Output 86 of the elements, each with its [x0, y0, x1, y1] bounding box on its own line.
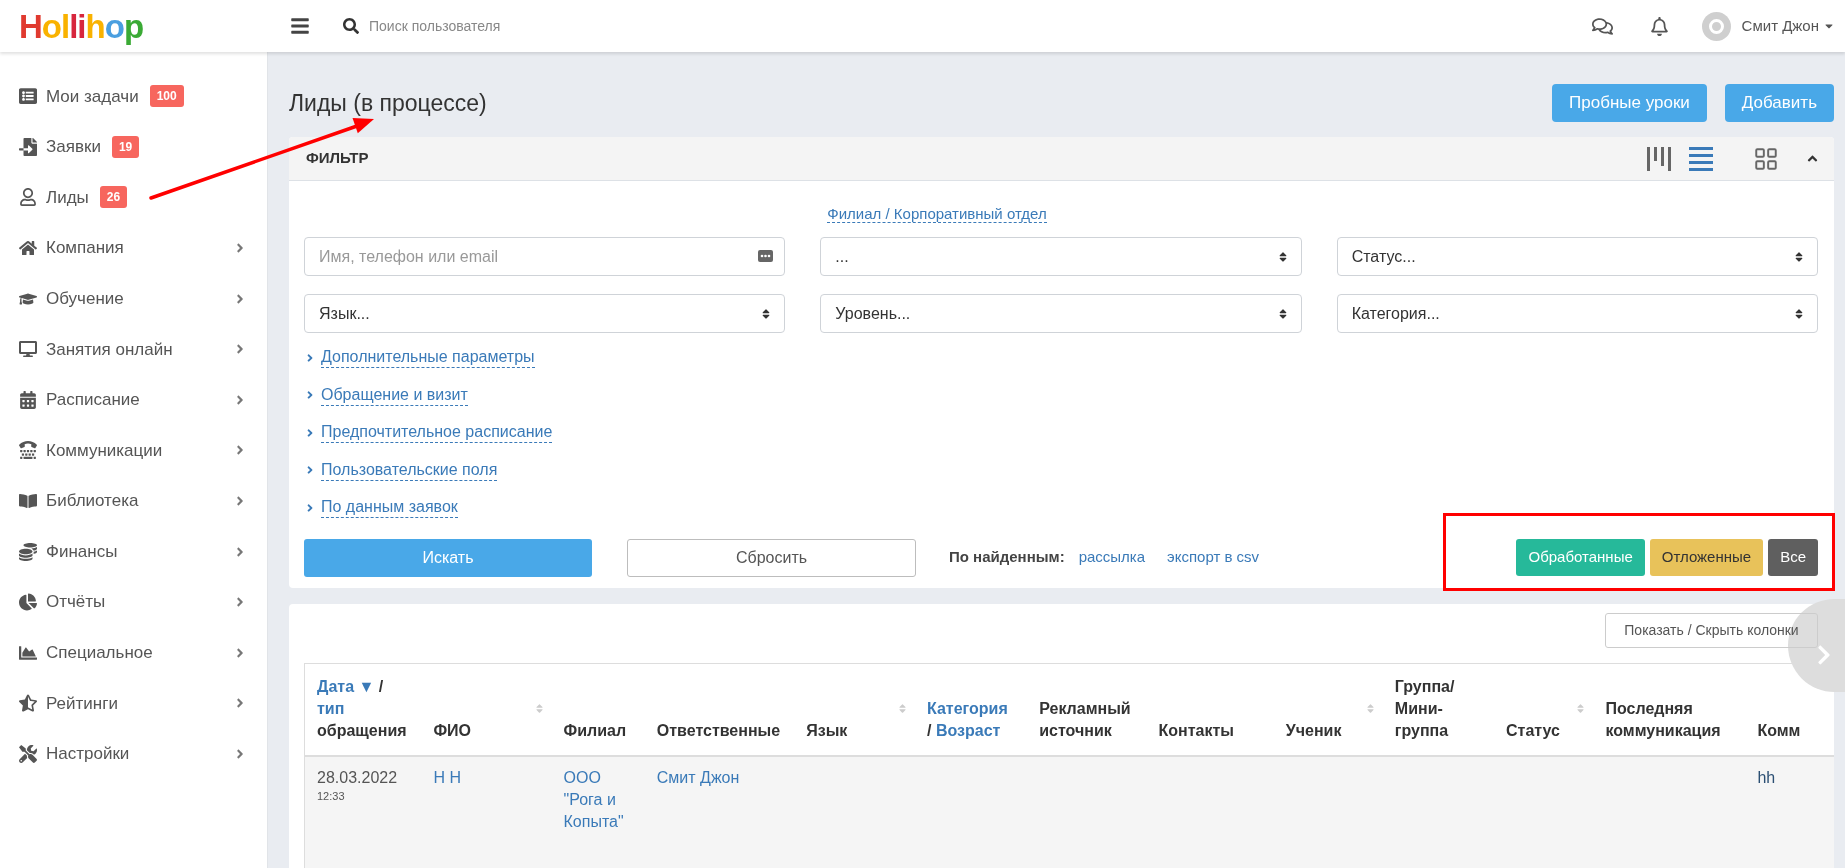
status-filter-button[interactable]: Отложенные — [1649, 539, 1764, 576]
sort-link[interactable]: тип — [317, 699, 345, 717]
sidebar-link[interactable]: Лиды — [46, 184, 89, 211]
sidebar-link[interactable]: Мои задачи — [46, 83, 139, 110]
cell-link[interactable]: Смит Джон — [656, 766, 789, 789]
select-field[interactable]: Язык... — [304, 294, 786, 333]
time-text: 12:33 — [317, 788, 346, 803]
column-label: Контакты — [1158, 721, 1235, 739]
found-action-link[interactable]: экспорт в csv — [1167, 546, 1260, 569]
grid-view-icon[interactable] — [1753, 145, 1779, 172]
sidebar-link[interactable]: Обучение — [46, 285, 124, 312]
column-label: Рекламный источник — [1039, 699, 1131, 739]
monitor-icon — [18, 340, 37, 359]
column-label: Последняя коммуникация — [1605, 699, 1721, 739]
column-label: Ученик — [1285, 721, 1342, 739]
section-toggle-link[interactable]: Пользовательские поля — [321, 459, 498, 481]
column-label: / — [927, 721, 932, 739]
user-name[interactable]: Смит Джон — [1741, 14, 1819, 38]
sidebar-link[interactable]: Библиотека — [46, 488, 139, 514]
count-badge: 26 — [99, 186, 128, 209]
home-icon — [18, 239, 37, 258]
column-label: Статус — [1506, 721, 1560, 739]
sidebar-link[interactable]: Коммуникации — [46, 437, 163, 464]
select-field[interactable]: Категория... — [1336, 294, 1818, 333]
logo[interactable]: Hollihop — [19, 9, 144, 43]
chat-icon[interactable] — [1591, 15, 1613, 37]
ellipsis-box-icon[interactable] — [758, 250, 774, 262]
area-chart-icon — [18, 643, 37, 662]
sidebar-link[interactable]: Заявки — [46, 134, 101, 160]
column-label: Язык — [806, 721, 848, 739]
section-toggle-link[interactable]: Обращение и визит — [321, 384, 468, 406]
column-label: / — [378, 677, 384, 695]
sidebar-link[interactable]: Специальное — [46, 640, 153, 666]
column-label: Комм — [1757, 721, 1801, 739]
notifications-icon[interactable] — [1649, 16, 1669, 36]
column-label: обращения — [317, 721, 407, 739]
columns-view-icon[interactable] — [1647, 146, 1671, 171]
file-import-icon — [18, 137, 37, 156]
sort-arrows-icon — [1793, 307, 1805, 320]
sort-arrows-icon — [1793, 250, 1805, 263]
filter-title: ФИЛЬТР — [306, 148, 369, 169]
column-label: Филиал — [563, 721, 627, 739]
sidebar-link[interactable]: Настройки — [46, 741, 130, 767]
pie-chart-icon — [18, 593, 37, 612]
sort-link[interactable]: Дата ▼ — [317, 677, 375, 695]
select-field[interactable]: Уровень... — [820, 294, 1302, 333]
count-badge: 19 — [111, 135, 140, 158]
sort-link[interactable]: Категория — [927, 699, 1008, 717]
user-icon — [18, 188, 37, 207]
coins-icon — [18, 542, 37, 561]
columns-toggle-button[interactable]: Показать / Скрыть колонки — [1605, 612, 1818, 648]
star-icon — [18, 694, 37, 713]
tools-icon — [18, 745, 37, 763]
sidebar-link[interactable]: Занятия онлайн — [46, 336, 173, 362]
menu-icon[interactable] — [290, 16, 310, 36]
sort-link[interactable]: Возраст — [935, 721, 1001, 739]
book-icon — [18, 492, 37, 511]
sidebar-link[interactable]: Финансы — [46, 538, 118, 565]
select-field[interactable]: ... — [820, 237, 1302, 276]
column-label: ФИО — [433, 721, 472, 739]
select-field[interactable]: Статус... — [1336, 237, 1818, 276]
page-title: Лиды (в процессе) — [289, 88, 487, 118]
search-icon[interactable] — [343, 18, 359, 34]
calendar-icon — [18, 390, 37, 409]
branch-link[interactable]: Филиал / Корпоративный отдел — [827, 205, 1047, 223]
reset-button[interactable]: Сбросить — [627, 538, 916, 577]
phone-icon — [18, 441, 37, 460]
list-icon — [18, 87, 37, 106]
name-phone-email-field[interactable]: Имя, телефон или email — [304, 237, 786, 276]
found-action-link[interactable]: рассылка — [1078, 546, 1146, 569]
sidebar-link[interactable]: Расписание — [46, 387, 140, 413]
sidebar-link[interactable]: Компания — [46, 235, 124, 261]
count-badge: 100 — [149, 85, 184, 108]
section-toggle-link[interactable]: Предпочтительное расписание — [321, 422, 553, 444]
status-filter-button[interactable]: Все — [1768, 539, 1818, 576]
cell-text: hh — [1757, 767, 1777, 788]
section-toggle-link[interactable]: По данным заявок — [321, 497, 458, 519]
cell-link[interactable]: Н Н — [433, 766, 546, 789]
column-label: Группа/ Мини-группа — [1394, 677, 1455, 739]
found-label: По найденным: — [949, 547, 1065, 568]
column-label: Ответственные — [656, 721, 781, 739]
date-text: 28.03.2022 — [317, 767, 399, 788]
section-toggle-link[interactable]: Дополнительные параметры — [321, 347, 535, 369]
sidebar-link[interactable]: Отчёты — [46, 589, 106, 615]
sidebar-link[interactable]: Рейтинги — [46, 690, 118, 717]
list-view-icon[interactable] — [1689, 146, 1713, 171]
